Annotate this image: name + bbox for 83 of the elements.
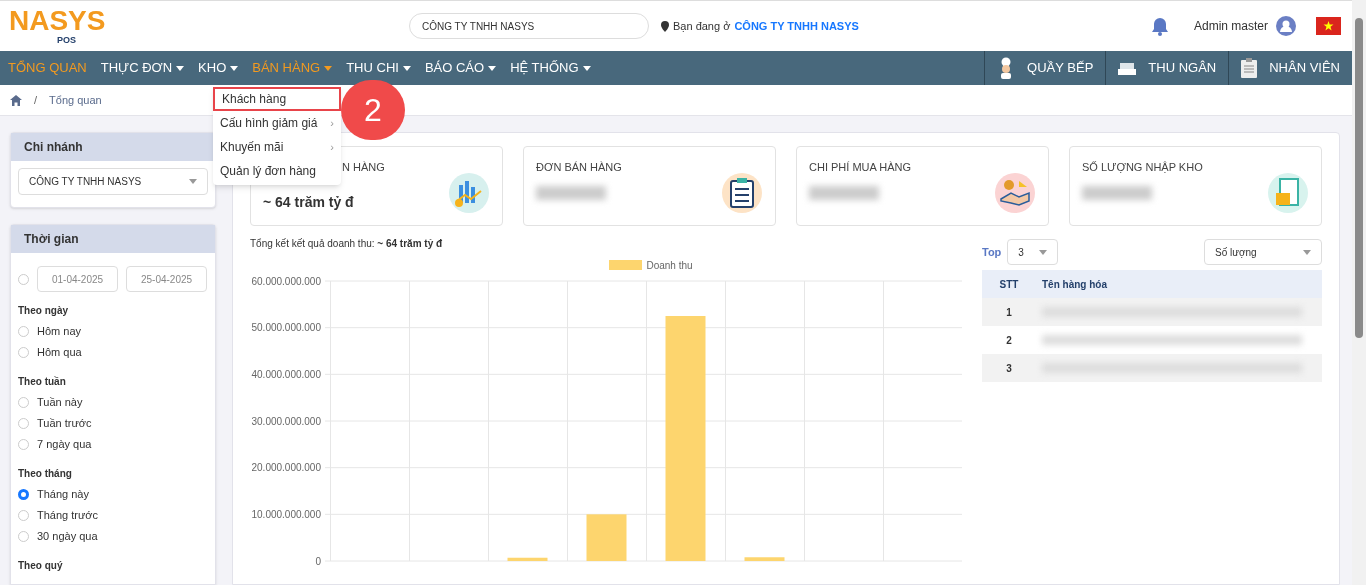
radio-label: Tháng này <box>37 487 89 503</box>
column-header: STT <box>998 277 1020 292</box>
radio-label: 7 ngày qua <box>37 437 92 453</box>
legend-label: Doanh thu <box>646 258 693 273</box>
radio-label: Hôm nay <box>37 324 82 340</box>
notification-bell-icon[interactable] <box>1150 16 1169 36</box>
dropdown-item[interactable]: Khách hàng <box>213 87 341 111</box>
radio-label: Tháng trước <box>37 508 99 524</box>
flag-icon[interactable] <box>1316 17 1341 35</box>
y-axis-label: 20.000.000.000 <box>251 462 321 474</box>
location-link[interactable]: CÔNG TY TNHH NASYS <box>734 17 859 35</box>
radio-button[interactable] <box>18 397 29 408</box>
y-axis-label: 60.000.000.000 <box>251 275 321 287</box>
clipboard-icon <box>1241 58 1258 78</box>
nav-menu-item[interactable]: THU CHI <box>346 58 411 78</box>
location-pin-icon <box>661 20 669 32</box>
logo-subtitle: POS <box>56 35 76 45</box>
nav-menu-item[interactable]: THỰC ĐƠN <box>100 58 185 78</box>
revenue-summary: Tổng kết kết quả doanh thu: ~ 64 trăm tỷ đ <box>250 237 444 251</box>
group-heading: Theo quý <box>18 559 64 573</box>
date-field[interactable]: 25-04-2025 <box>126 266 207 292</box>
breadcrumb-link[interactable]: Tổng quan <box>49 91 102 109</box>
bar <box>507 557 548 561</box>
y-axis-label: 50.000.000.000 <box>251 322 321 334</box>
radio-button[interactable] <box>18 510 29 521</box>
dropdown-item[interactable]: Khuyến mãi › <box>213 135 341 159</box>
nav-menu-item[interactable]: HỆ THỐNG <box>510 58 591 78</box>
y-axis-label: 0 <box>315 555 321 567</box>
group-heading: Theo tháng <box>18 467 73 481</box>
user-name[interactable]: Admin master <box>1193 17 1268 35</box>
card-title: SỐ LƯỢNG NHẬP KHO <box>1082 160 1203 175</box>
caret-icon <box>189 179 197 184</box>
breadcrumb-separator: / <box>34 92 38 108</box>
card-title: N HÀNG <box>342 160 385 175</box>
y-axis-label: 30.000.000.000 <box>251 415 321 427</box>
dropdown-item[interactable]: Quản lý đơn hàng <box>213 159 341 183</box>
legend-swatch <box>609 260 643 270</box>
top-label: Top <box>982 244 1002 260</box>
radio-button[interactable] <box>18 439 29 450</box>
top-select[interactable]: 3 <box>1007 239 1059 265</box>
panel-header: Chi nhánh <box>11 133 215 161</box>
location-label: Bạn đang ở <box>673 18 731 34</box>
dropdown-item[interactable]: Cấu hình giảm giá › <box>213 111 341 135</box>
home-icon[interactable] <box>10 94 22 106</box>
radio-button[interactable] <box>18 418 29 429</box>
radio-label: 30 ngày qua <box>37 529 98 545</box>
radio-label: Hôm qua <box>37 345 82 361</box>
radio-label: Tuần trước <box>37 416 92 432</box>
clipboard-icon <box>722 173 762 213</box>
table-cell-text: 1 <box>1005 305 1013 320</box>
y-axis-label: 10.000.000.000 <box>251 508 321 520</box>
branch-select[interactable]: CÔNG TY TNHH NASYS <box>18 168 208 195</box>
bar <box>586 514 627 561</box>
date-field[interactable]: 01-04-2025 <box>37 266 118 292</box>
radio-button[interactable] <box>18 489 29 500</box>
radio-button[interactable] <box>18 347 29 358</box>
caret-icon <box>1039 249 1048 255</box>
radio-button[interactable] <box>18 326 29 337</box>
bar <box>744 557 785 561</box>
cash-register-icon <box>1118 61 1137 75</box>
sort-select[interactable]: Số lượng <box>1204 239 1322 265</box>
card-title: CHI PHÍ MUA HÀNG <box>809 160 912 175</box>
submenu-arrow: › <box>330 139 334 155</box>
radio-button[interactable] <box>18 531 29 542</box>
y-axis-label: 40.000.000.000 <box>251 368 321 380</box>
card-title: ĐƠN BÁN HÀNG <box>536 160 622 175</box>
nav-menu-item[interactable]: BÁO CÁO <box>424 58 497 78</box>
table-cell-text: 3 <box>1005 361 1013 376</box>
card-value: ~ 64 trăm tỷ đ <box>263 192 355 212</box>
radio-label: Tuần này <box>37 395 83 411</box>
submenu-arrow: › <box>330 115 334 131</box>
scrollbar-thumb[interactable] <box>1355 18 1363 338</box>
column-header: Tên hàng hóa <box>1041 277 1107 292</box>
group-heading: Theo ngày <box>18 304 69 318</box>
user-avatar-icon[interactable] <box>1276 16 1296 36</box>
scrollbar[interactable] <box>1352 0 1366 585</box>
chart-icon <box>449 173 489 213</box>
nav-menu-item[interactable]: KHO <box>198 58 239 78</box>
panel-header: Thời gian <box>11 225 215 253</box>
group-heading: Theo tuần <box>18 375 67 389</box>
caret-icon <box>1303 249 1311 255</box>
table-cell-text: 2 <box>1005 333 1013 348</box>
radio-button[interactable] <box>18 273 29 285</box>
